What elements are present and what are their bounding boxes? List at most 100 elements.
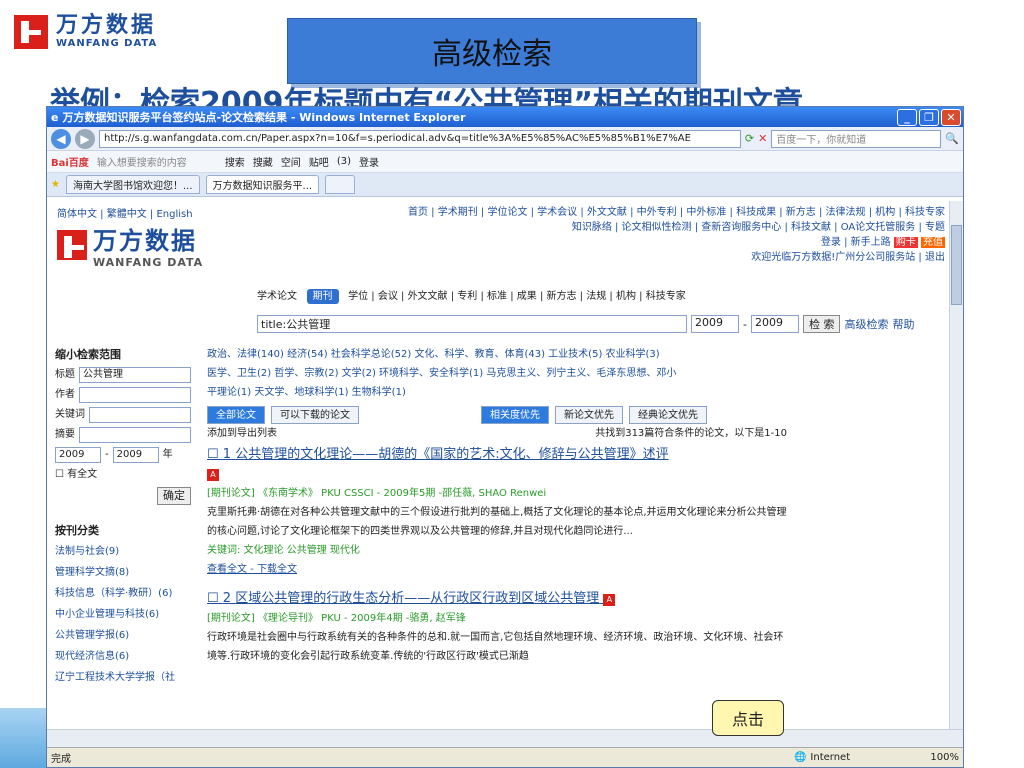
toolbar-item-2[interactable]: 搜索 bbox=[225, 154, 245, 169]
result-meta-1: [期刊论文] 《东南学术》 PKU CSSCI - 2009年5期 -邵任薇, … bbox=[207, 488, 547, 499]
tab-hainan[interactable]: 海南大学图书馆欢迎您！... bbox=[65, 175, 200, 194]
channel-8[interactable]: 新方志 bbox=[547, 291, 577, 302]
toolbar-item-7[interactable]: 登录 bbox=[359, 154, 379, 169]
refresh-icon[interactable]: ⟳ bbox=[745, 132, 754, 145]
year-from-input[interactable]: 2009 bbox=[691, 315, 739, 333]
result-abstract-1: 克里斯托弗·胡德在对各种公共管理文献中的三个假设进行批判的基础上,概括了文化理论… bbox=[207, 507, 787, 537]
stop-icon[interactable]: ✕ bbox=[758, 132, 767, 145]
scroll-thumb[interactable] bbox=[951, 225, 962, 305]
search-icon[interactable]: 🔍 bbox=[945, 132, 959, 145]
class-item-3[interactable]: 中小企业管理与科技(6) bbox=[55, 604, 191, 625]
favorites-icon[interactable]: ★ bbox=[51, 179, 60, 190]
result-title-2[interactable]: 区域公共管理的行政生态分析——从行政区行政到区域公共管理 bbox=[235, 591, 599, 606]
toolbar-item-0[interactable]: Bai百度 bbox=[51, 154, 89, 169]
horizontal-scrollbar[interactable] bbox=[47, 729, 963, 747]
advanced-search-link[interactable]: 高级检索 bbox=[844, 316, 888, 332]
zoom-level[interactable]: 100% bbox=[930, 752, 959, 763]
top-nav-row2[interactable]: 知识脉络 | 论文相似性检测 | 查新咨询服务中心 | 科技文献 | OA论文托… bbox=[345, 220, 945, 235]
export-link[interactable]: 添加到导出列表 bbox=[207, 424, 277, 443]
class-item-4[interactable]: 公共管理学报(6) bbox=[55, 625, 191, 646]
search-box[interactable]: 百度一下，你就知道 bbox=[771, 129, 942, 148]
category-line-1[interactable]: 政治、法律(140) 经济(54) 社会科学总论(52) 文化、科学、教育、体育… bbox=[207, 345, 787, 364]
tab-downloadable[interactable]: 可以下载的论文 bbox=[271, 406, 359, 424]
channel-10[interactable]: 机构 bbox=[616, 291, 636, 302]
toolbar-item-6[interactable]: (3) bbox=[337, 156, 351, 167]
tab-wanfang[interactable]: 万方数据知识服务平... bbox=[205, 175, 320, 194]
result-num-1: 1 bbox=[222, 447, 232, 462]
class-title: 按刊分类 bbox=[55, 524, 99, 537]
side-year-from[interactable]: 2009 bbox=[55, 447, 101, 463]
channel-1[interactable]: 期刊 bbox=[306, 289, 339, 304]
vertical-scrollbar[interactable] bbox=[949, 201, 963, 729]
channel-11[interactable]: 科技专家 bbox=[646, 291, 686, 302]
login-link[interactable]: 登录 bbox=[821, 237, 841, 248]
category-line-2[interactable]: 医学、卫生(2) 哲学、宗教(2) 文学(2) 环境科学、安全科学(1) 马克思… bbox=[207, 364, 787, 383]
fulltext-checkbox[interactable]: ☐ bbox=[55, 469, 64, 480]
channel-9[interactable]: 法规 bbox=[586, 291, 606, 302]
channel-3[interactable]: 会议 bbox=[378, 291, 398, 302]
toolbar-item-1[interactable]: 输入想要搜索的内容 bbox=[97, 154, 217, 169]
minimize-button[interactable]: _ bbox=[897, 108, 917, 126]
wanfang-site-logo-icon bbox=[57, 230, 87, 260]
title-field[interactable]: 公共管理 bbox=[79, 367, 191, 383]
result-title-1[interactable]: 公共管理的文化理论——胡德的《国家的艺术:文化、修辞与公共管理》述评 bbox=[235, 447, 668, 462]
sidebar: 缩小检索范围 标题 公共管理 作者 关键词 摘要 2009-2009 年 ☐ 有全文… bbox=[55, 345, 191, 688]
channel-6[interactable]: 标准 bbox=[487, 291, 507, 302]
result-meta-2: [期刊论文] 《理论导刊》 PKU - 2009年4期 -骆勇, 赵军锋 bbox=[207, 613, 466, 624]
query-input[interactable]: title:公共管理 bbox=[257, 315, 687, 333]
category-line-3[interactable]: 平理论(1) 天文学、地球科学(1) 生物科学(1) bbox=[207, 383, 787, 402]
logo-en: WANFANG DATA bbox=[56, 38, 158, 49]
side-year-to[interactable]: 2009 bbox=[112, 447, 159, 463]
restore-button[interactable]: ❐ bbox=[919, 108, 939, 126]
toolbar-item-4[interactable]: 空间 bbox=[281, 154, 301, 169]
ie-window: e 万方数据知识服务平台签约站点-论文检索结果 - Windows Intern… bbox=[46, 106, 964, 768]
confirm-button[interactable]: 确定 bbox=[157, 487, 191, 505]
year-to-input[interactable]: 2009 bbox=[750, 315, 799, 333]
pdf-icon[interactable]: A bbox=[603, 594, 616, 606]
address-bar: ◀ ▶ http://s.g.wanfangdata.com.cn/Paper.… bbox=[47, 127, 963, 151]
sort-newest[interactable]: 新论文优先 bbox=[555, 406, 623, 424]
tab-all-papers[interactable]: 全部论文 bbox=[207, 406, 265, 424]
top-nav-row1[interactable]: 首页 | 学术期刊 | 学位论文 | 学术会议 | 外文文献 | 中外专利 | … bbox=[345, 205, 945, 220]
sort-relevance[interactable]: 相关度优先 bbox=[481, 406, 549, 424]
language-links[interactable]: 简体中文 | 繁體中文 | English bbox=[57, 205, 193, 220]
help-link[interactable]: 帮助 bbox=[892, 316, 914, 332]
pdf-icon[interactable]: A bbox=[207, 469, 219, 481]
keyword-field[interactable] bbox=[89, 407, 191, 423]
search-button[interactable]: 检 索 bbox=[802, 315, 841, 333]
class-item-2[interactable]: 科技信息（科学·教研）(6) bbox=[55, 583, 191, 604]
channel-0[interactable]: 学术论文 bbox=[257, 291, 297, 302]
result-checkbox-2[interactable]: ☐ bbox=[207, 591, 219, 606]
newbie-link[interactable]: 新手上路 bbox=[851, 237, 891, 248]
author-field[interactable] bbox=[79, 387, 191, 403]
channel-4[interactable]: 外文文献 bbox=[408, 291, 448, 302]
slide-title: 高级检索 bbox=[287, 18, 697, 84]
toolbar-item-5[interactable]: 贴吧 bbox=[309, 154, 329, 169]
class-item-5[interactable]: 现代经济信息(6) bbox=[55, 646, 191, 667]
toolbar-item-3[interactable]: 搜藏 bbox=[253, 154, 273, 169]
result-num-2: 2 bbox=[222, 591, 232, 606]
abstract-field[interactable] bbox=[79, 427, 191, 443]
fulltext-label: 有全文 bbox=[67, 469, 98, 480]
class-item-0[interactable]: 法制与社会(9) bbox=[55, 541, 191, 562]
url-field[interactable]: http://s.g.wanfangdata.com.cn/Paper.aspx… bbox=[99, 129, 741, 148]
channel-5[interactable]: 专利 bbox=[457, 291, 477, 302]
title-bar: e 万方数据知识服务平台签约站点-论文检索结果 - Windows Intern… bbox=[47, 107, 963, 127]
site-logo[interactable]: 万方数据 WANFANG DATA bbox=[57, 221, 203, 269]
click-callout: 点击 bbox=[712, 700, 784, 736]
logo-cn: 万方数据 bbox=[56, 13, 157, 38]
back-button[interactable]: ◀ bbox=[51, 128, 71, 149]
channel-2[interactable]: 学位 bbox=[348, 291, 368, 302]
sort-classic[interactable]: 经典论文优先 bbox=[629, 406, 707, 424]
class-item-1[interactable]: 管理科学文摘(8) bbox=[55, 562, 191, 583]
recharge-button[interactable]: 充值 bbox=[921, 237, 945, 248]
class-item-6[interactable]: 辽宁工程技术大学学报（社 bbox=[55, 667, 191, 688]
result-keywords-1[interactable]: 关键词: 文化理论 公共管理 现代化 bbox=[207, 541, 787, 560]
new-tab-button[interactable] bbox=[325, 175, 356, 194]
result-checkbox-1[interactable]: ☐ bbox=[207, 447, 219, 462]
channel-7[interactable]: 成果 bbox=[517, 291, 537, 302]
result-links-1[interactable]: 查看全文 - 下载全文 bbox=[207, 560, 787, 579]
cart-button[interactable]: 购卡 bbox=[893, 237, 918, 248]
close-button[interactable]: ✕ bbox=[941, 108, 961, 126]
forward-button[interactable]: ▶ bbox=[75, 128, 95, 149]
